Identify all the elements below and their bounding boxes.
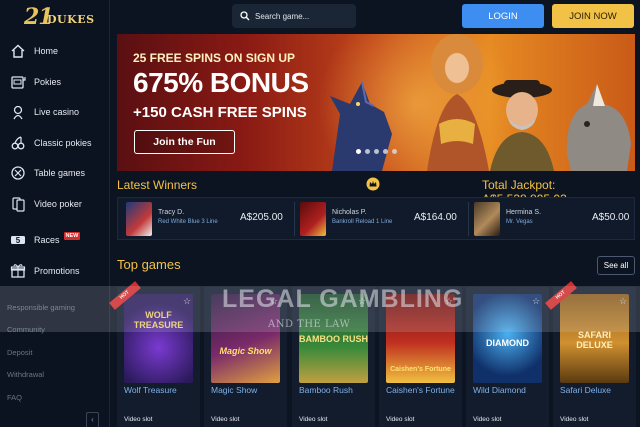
search-input[interactable]: Search game... xyxy=(232,4,356,28)
sidebar-item-live-casino[interactable]: Live casino xyxy=(0,97,110,128)
brand-logo[interactable]: 21 DUKES xyxy=(24,4,94,32)
top-games-title: Top games xyxy=(117,257,181,272)
game-type: Video slot xyxy=(386,416,415,423)
latest-winners-title: Latest Winners xyxy=(117,178,198,192)
home-icon xyxy=(10,43,26,59)
winner-name: Hermina S. xyxy=(506,209,542,216)
game-name[interactable]: Wolf Treasure xyxy=(124,385,177,395)
carousel-dot[interactable] xyxy=(383,149,388,154)
dealer-icon xyxy=(10,104,26,120)
footer-link-faq[interactable]: FAQ xyxy=(0,386,110,409)
game-name[interactable]: Wild Diamond xyxy=(473,385,526,395)
winner-name: Tracy D. xyxy=(158,209,185,216)
winner-card[interactable]: Tracy D. Red White Blue 3 Line A$205.00 xyxy=(126,202,296,236)
winner-card[interactable]: Hermina S. Mr. Vegas A$50.00 xyxy=(474,202,630,236)
sidebar-item-label: Table games xyxy=(34,168,86,179)
game-type: Video slot xyxy=(299,416,328,423)
game-thumbnail xyxy=(300,202,326,236)
sidebar-item-classic-pokies[interactable]: Classic pokies xyxy=(0,128,110,159)
sidebar-item-label: Live casino xyxy=(34,107,80,118)
collapse-sidebar-button[interactable]: ‹ xyxy=(86,412,99,427)
game-art-title: Magic Show xyxy=(219,346,272,356)
banner-headline: 675% BONUS xyxy=(133,67,309,98)
sidebar-item-home[interactable]: Home xyxy=(0,36,110,67)
winner-game[interactable]: Bankroll Reload 1 Line xyxy=(332,219,392,225)
join-the-fun-button[interactable]: Join the Fun xyxy=(134,130,235,154)
winner-card[interactable]: Nicholas P. Bankroll Reload 1 Line A$164… xyxy=(300,202,470,236)
cards-icon xyxy=(10,196,26,212)
carousel-dot[interactable] xyxy=(392,149,397,154)
winner-game[interactable]: Red White Blue 3 Line xyxy=(158,219,218,225)
sidebar-item-label: Pokies xyxy=(34,76,62,87)
game-name[interactable]: Bamboo Rush xyxy=(299,385,353,395)
game-name[interactable]: Magic Show xyxy=(211,385,257,395)
sidebar-item-label: Races xyxy=(34,235,60,246)
gift-icon xyxy=(10,263,26,279)
sidebar-item-races[interactable]: 5 Races NEW xyxy=(0,225,110,256)
game-art-title: BAMBOO RUSH xyxy=(299,334,368,344)
carousel-dots xyxy=(356,149,401,154)
watermark-title: LEGAL GAMBLING xyxy=(222,285,464,313)
explorer-illustration xyxy=(490,80,554,171)
game-type: Video slot xyxy=(473,416,502,423)
search-placeholder: Search game... xyxy=(255,11,310,21)
roulette-icon xyxy=(10,165,26,181)
wolf-illustration xyxy=(330,81,392,171)
see-all-button[interactable]: See all xyxy=(597,256,635,275)
sidebar-item-label: Promotions xyxy=(34,265,80,276)
game-name[interactable]: Safari Deluxe xyxy=(560,385,611,395)
carousel-dot[interactable] xyxy=(365,149,370,154)
winner-amount: A$164.00 xyxy=(414,212,457,223)
footer-link-withdrawal[interactable]: Withdrawal xyxy=(0,364,110,387)
join-now-button[interactable]: JOIN NOW xyxy=(552,4,634,28)
sidebar-item-promotions[interactable]: Promotions xyxy=(0,256,110,287)
logo-word: DUKES xyxy=(47,13,95,26)
game-type: Video slot xyxy=(560,416,589,423)
search-icon xyxy=(240,11,250,21)
game-thumbnail xyxy=(474,202,500,236)
game-type: Video slot xyxy=(124,416,153,423)
latest-winners-strip: Tracy D. Red White Blue 3 Line A$205.00 … xyxy=(117,197,635,240)
footer-link-deposit[interactable]: Deposit xyxy=(0,341,110,364)
promo-banner[interactable]: 25 FREE SPINS ON SIGN UP 675% BONUS +150… xyxy=(117,34,635,171)
game-name[interactable]: Caishen's Fortune xyxy=(386,385,455,395)
sidebar-nav: Home Pokies Live casino Classic pokies T… xyxy=(0,36,110,286)
watermark-subtitle: AND THE LAW xyxy=(268,319,351,330)
sidebar-item-label: Home xyxy=(34,46,59,57)
winner-amount: A$205.00 xyxy=(240,212,283,223)
winner-divider xyxy=(294,202,295,236)
sidebar-item-table-games[interactable]: Table games xyxy=(0,158,110,189)
winner-divider xyxy=(468,202,469,236)
game-type: Video slot xyxy=(211,416,240,423)
app-root: 21 DUKES Home Pokies Live casino Classic… xyxy=(0,0,640,427)
crown-icon xyxy=(366,177,380,191)
carousel-dot[interactable] xyxy=(356,149,361,154)
rhino-illustration xyxy=(566,84,631,171)
login-button[interactable]: LOGIN xyxy=(462,4,544,28)
races-icon: 5 xyxy=(10,232,26,248)
winner-game[interactable]: Mr. Vegas xyxy=(506,219,533,225)
sidebar-item-label: Classic pokies xyxy=(34,137,92,148)
sidebar-item-label: Video poker xyxy=(34,198,82,209)
banner-subheadline: 25 FREE SPINS ON SIGN UP xyxy=(133,51,296,65)
new-badge: NEW xyxy=(63,232,81,241)
game-thumbnail xyxy=(126,202,152,236)
svg-text:5: 5 xyxy=(16,236,21,245)
winner-amount: A$50.00 xyxy=(592,212,630,223)
banner-tagline: +150 CASH FREE SPINS xyxy=(133,104,307,121)
game-art-title: DIAMOND xyxy=(486,338,529,348)
sidebar: 21 DUKES Home Pokies Live casino Classic… xyxy=(0,0,110,427)
slot-machine-icon xyxy=(10,74,26,90)
winner-name: Nicholas P. xyxy=(332,209,367,216)
cherries-icon xyxy=(10,135,26,151)
game-art-title: Caishen's Fortune xyxy=(390,366,451,373)
sidebar-item-pokies[interactable]: Pokies xyxy=(0,67,110,98)
game-art-title: SAFARI DELUXE xyxy=(576,330,613,350)
sidebar-item-video-poker[interactable]: Video poker xyxy=(0,189,110,220)
carousel-dot[interactable] xyxy=(374,149,379,154)
